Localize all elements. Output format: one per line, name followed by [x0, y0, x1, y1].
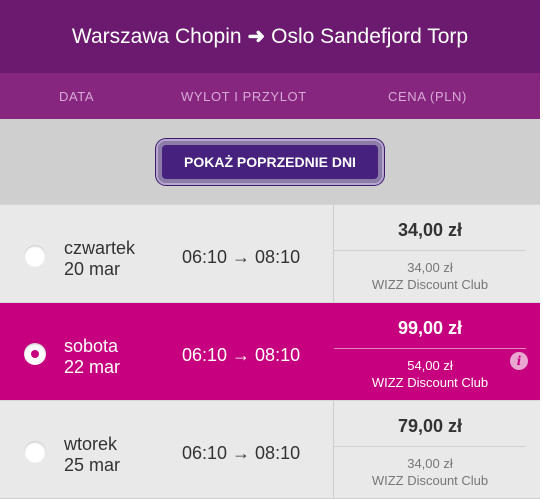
price-divider	[334, 446, 526, 447]
flight-date: wtorek 25 mar	[64, 434, 120, 476]
price-divider	[334, 348, 526, 349]
flight-row-selected[interactable]: sobota 22 mar 06:10 → 08:10 99,00 zł 54,…	[0, 302, 540, 400]
flight-price: 34,00 zł	[397, 220, 463, 240]
column-header-price: CENA (PLN)	[388, 88, 467, 104]
column-headers: DATA WYLOT I PRZYLOT CENA (PLN)	[0, 73, 540, 119]
flight-day: 22 mar	[64, 357, 121, 377]
price-cell: 99,00 zł 54,00 zł WIZZ Discount Club	[333, 303, 526, 400]
club-name: WIZZ Discount Club	[371, 277, 489, 292]
origin-airport: Warszawa Chopin	[71, 24, 242, 48]
flight-radio[interactable]	[24, 441, 46, 463]
flight-radio[interactable]	[24, 245, 46, 267]
flight-day: 20 mar	[64, 259, 121, 279]
destination-airport: Oslo Sandefjord Torp	[271, 24, 469, 48]
flight-weekday: czwartek	[64, 238, 136, 258]
price-divider	[334, 250, 526, 251]
flight-date: czwartek 20 mar	[64, 238, 135, 280]
column-header-date: DATA	[59, 88, 95, 104]
flight-price: 79,00 zł	[397, 416, 463, 436]
flight-times: 06:10 → 08:10	[182, 443, 301, 463]
club-price: 34,00 zł	[407, 456, 453, 471]
route-header: Warszawa Chopin ➜ Oslo Sandefjord Torp	[0, 0, 540, 73]
flight-date: sobota 22 mar	[64, 336, 120, 378]
club-price: 54,00 zł	[407, 358, 453, 373]
flight-row[interactable]: czwartek 20 mar 06:10 → 08:10 34,00 zł 3…	[0, 204, 540, 302]
flight-price: 99,00 zł	[397, 318, 463, 338]
club-name: WIZZ Discount Club	[371, 375, 489, 390]
route-arrow-icon: ➜	[247, 25, 266, 48]
flight-times: 06:10 → 08:10	[182, 247, 301, 267]
flight-times: 06:10 → 08:10	[182, 345, 301, 365]
column-header-times: WYLOT I PRZYLOT	[181, 88, 307, 104]
flight-weekday: sobota	[64, 336, 119, 356]
price-cell: 34,00 zł 34,00 zł WIZZ Discount Club	[333, 205, 526, 302]
flight-row[interactable]: wtorek 25 mar 06:10 → 08:10 79,00 zł 34,…	[0, 400, 540, 498]
flight-day: 25 mar	[64, 455, 121, 475]
club-price: 34,00 zł	[407, 260, 453, 275]
flight-selector-panel: Warszawa Chopin ➜ Oslo Sandefjord Torp D…	[0, 0, 540, 499]
price-cell: 79,00 zł 34,00 zł WIZZ Discount Club	[333, 401, 526, 498]
flight-radio-selected[interactable]	[24, 343, 46, 365]
show-previous-days-button[interactable]: POKAŻ POPRZEDNIE DNI	[156, 138, 384, 185]
club-name: WIZZ Discount Club	[371, 473, 489, 488]
info-icon[interactable]: i	[510, 352, 528, 370]
prev-days-area: POKAŻ POPRZEDNIE DNI	[0, 119, 540, 204]
flight-weekday: wtorek	[64, 434, 118, 454]
